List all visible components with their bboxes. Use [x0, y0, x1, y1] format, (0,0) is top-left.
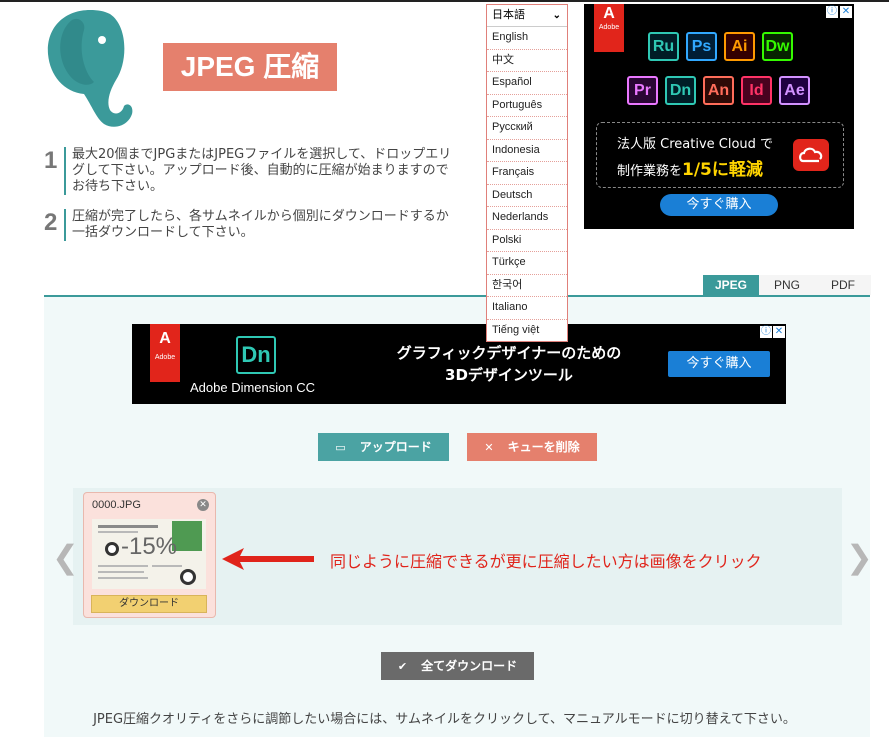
file-name: 0000.JPG — [92, 499, 141, 511]
app-icon: Ai — [724, 32, 755, 61]
step-divider — [64, 209, 66, 241]
adobe-logo-icon: A Adobe — [150, 324, 180, 382]
language-option[interactable]: 中文 — [487, 50, 567, 72]
language-dropdown[interactable]: 日本語 ⌄ English 中文 Español Português Русск… — [486, 4, 568, 342]
ad-dimension-banner[interactable]: A Adobe Dn Adobe Dimension CC グラフィックデザイナー… — [132, 324, 786, 404]
language-option[interactable]: 한국어 — [487, 275, 567, 297]
step-text: 圧縮が完了したら、各サムネイルから個別にダウンロードするか 一括ダウンロードして… — [72, 209, 449, 240]
tab-jpeg[interactable]: JPEG — [703, 275, 759, 295]
elephant-logo-icon[interactable] — [44, 6, 136, 130]
step-1: 1 最大20個までJPGまたはJPEGファイルを選択して、ドロップエリ グして下… — [44, 147, 492, 195]
next-arrow-icon[interactable]: ❯ — [846, 538, 873, 576]
ad-info-icon[interactable]: ⓘ — [760, 326, 772, 338]
language-option[interactable]: Indonesia — [487, 140, 567, 162]
language-option[interactable]: Русский — [487, 117, 567, 140]
check-icon: ✔ — [397, 660, 408, 673]
language-option[interactable]: Français — [487, 162, 567, 185]
upload-button[interactable]: ▭ アップロード — [318, 433, 449, 461]
ad-close-icon[interactable]: ✕ — [773, 326, 785, 338]
compression-percent: -15% — [120, 533, 178, 560]
language-option[interactable]: Türkçe — [487, 252, 567, 275]
clear-queue-button[interactable]: ✕ キューを削除 — [467, 433, 597, 461]
ad-promo-line2: 制作業務を1/5に軽減 — [617, 160, 763, 180]
download-all-button[interactable]: ✔ 全てダウンロード — [381, 652, 534, 680]
language-option[interactable]: Tiếng việt — [487, 320, 567, 342]
step-number: 2 — [44, 209, 58, 236]
file-thumbnail[interactable]: -15% — [92, 519, 206, 589]
app-icon: Id — [741, 76, 772, 105]
language-selected: 日本語 — [492, 9, 525, 21]
language-option[interactable]: Español — [487, 72, 567, 95]
language-option[interactable]: Nederlands — [487, 207, 567, 230]
ad-creative-cloud[interactable]: A Adobe Ru Ps Ai Dw Pr Dn An Id Ae 法人版 Cr… — [584, 4, 854, 229]
close-icon: ✕ — [484, 441, 494, 454]
chevron-down-icon: ⌄ — [552, 10, 561, 21]
folder-icon: ▭ — [335, 441, 346, 454]
annotation-arrow-icon — [222, 548, 314, 570]
ad-buy-button[interactable]: 今すぐ購入 — [668, 351, 770, 377]
app-icon: Ae — [779, 76, 810, 105]
ad-close-icon[interactable]: ✕ — [840, 6, 852, 18]
download-button[interactable]: ダウンロード — [91, 595, 207, 613]
top-border — [0, 0, 889, 2]
app-icon: Ps — [686, 32, 717, 61]
language-select[interactable]: 日本語 ⌄ — [487, 5, 567, 27]
page-title: JPEG 圧縮 — [163, 43, 337, 91]
footer-note: JPEG圧縮クオリティをさらに調節したい場合には、サムネイルをクリックして、マニ… — [93, 712, 796, 727]
dimension-app-icon: Dn — [236, 336, 276, 374]
step-divider — [64, 147, 66, 195]
app-icon: Dw — [762, 32, 793, 61]
prev-arrow-icon[interactable]: ❮ — [52, 538, 79, 576]
file-card[interactable]: 0000.JPG ✕ -15% ダウンロード — [83, 492, 216, 618]
annotation-text: 同じように圧縮できるが更に圧縮したい方は画像をクリック — [330, 552, 762, 571]
creative-cloud-icon — [793, 139, 829, 171]
step-2: 2 圧縮が完了したら、各サムネイルから個別にダウンロードするか 一括ダウンロード… — [44, 209, 492, 241]
ad-info-icon[interactable]: ⓘ — [826, 6, 838, 18]
tab-png[interactable]: PNG — [759, 275, 815, 295]
language-option[interactable]: Português — [487, 95, 567, 117]
ad-headline: グラフィックデザイナーのための 3Dデザインツール — [396, 344, 622, 384]
adobe-logo-icon: A Adobe — [594, 4, 624, 52]
app-icon: An — [703, 76, 734, 105]
ad-promo-line1: 法人版 Creative Cloud で — [617, 137, 774, 152]
language-option[interactable]: Polski — [487, 230, 567, 252]
step-number: 1 — [44, 147, 58, 174]
remove-file-icon[interactable]: ✕ — [197, 499, 209, 511]
ad-product-name: Adobe Dimension CC — [190, 380, 316, 395]
step-text: 最大20個までJPGまたはJPEGファイルを選択して、ドロップエリ グして下さい… — [72, 147, 452, 194]
tab-pdf[interactable]: PDF — [815, 275, 871, 295]
ad-buy-button[interactable]: 今すぐ購入 — [660, 194, 778, 216]
language-option[interactable]: Italiano — [487, 297, 567, 320]
app-icon: Pr — [627, 76, 658, 105]
app-icon: Ru — [648, 32, 679, 61]
ad-promo-box: 法人版 Creative Cloud で 制作業務を1/5に軽減 — [596, 122, 844, 188]
language-option[interactable]: Deutsch — [487, 185, 567, 207]
format-tabs: JPEG PNG PDF — [703, 275, 871, 295]
app-icon: Dn — [665, 76, 696, 105]
language-option[interactable]: English — [487, 27, 567, 50]
